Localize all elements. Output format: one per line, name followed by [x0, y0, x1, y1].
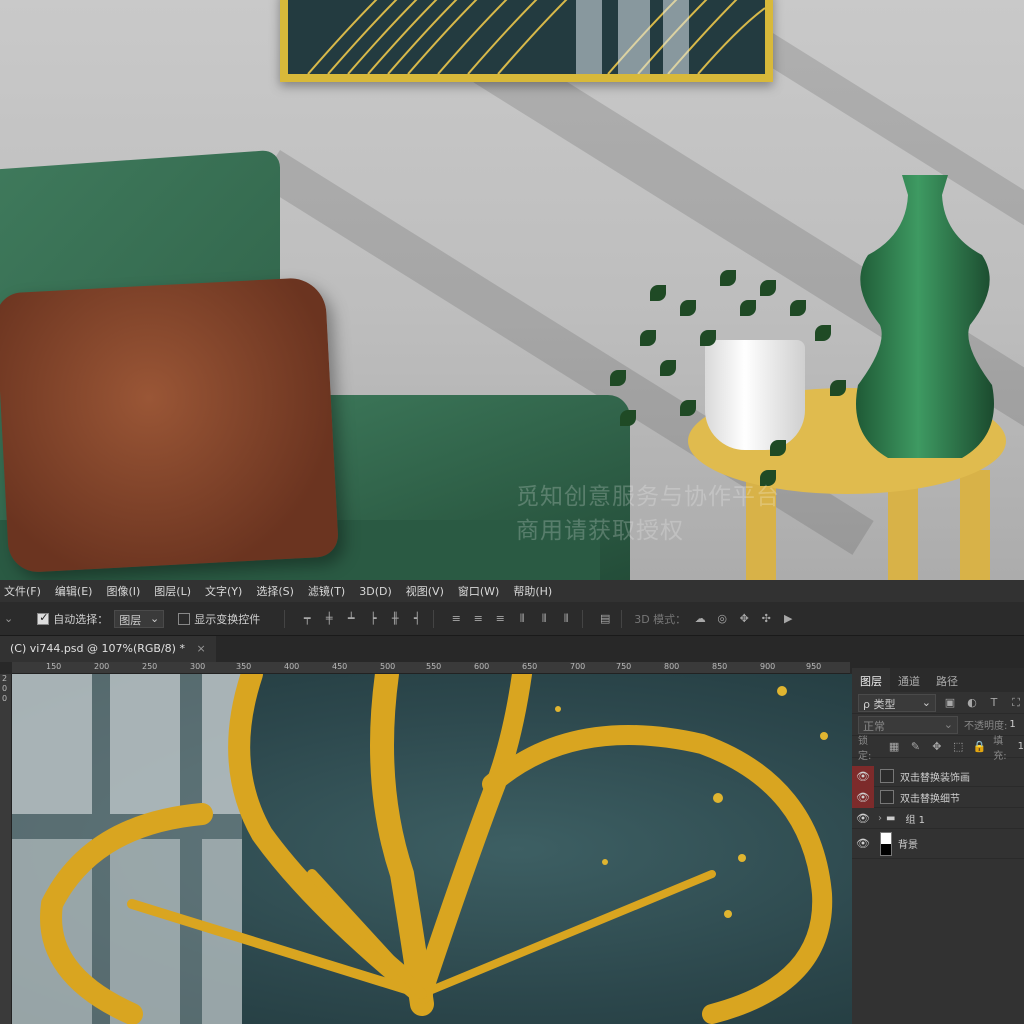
auto-select-dropdown[interactable]: 图层 ⌄ [114, 609, 165, 628]
distribute-right-icon[interactable]: ⫴ [558, 612, 574, 626]
lock-image-icon[interactable]: ✎ [908, 740, 923, 754]
layer-name: 组 1 [905, 814, 925, 826]
menu-edit[interactable]: 编辑(E) [55, 583, 93, 599]
watermark-line2: 商用请获取授权 [516, 518, 684, 544]
green-vase [856, 175, 994, 458]
layer-thumbnail [880, 831, 892, 856]
room-mockup-image: 觅知创意服务与协作平台 商用请获取授权 [0, 0, 1024, 580]
layer-row[interactable]: 👁 背景 [852, 829, 1024, 859]
menu-window[interactable]: 窗口(W) [458, 583, 499, 599]
layer-name: 双击替换细节 [900, 793, 960, 805]
wall-art-frame [280, 0, 773, 82]
layer-row[interactable]: 👁 › ▬ 组 1 [852, 808, 1024, 829]
align-bottom-icon[interactable]: ┷ [343, 612, 359, 626]
lock-all-icon[interactable]: 🔒 [972, 740, 987, 754]
3d-slide-icon[interactable]: ✣ [758, 612, 774, 626]
align-hcenter-icon[interactable]: ╫ [387, 612, 403, 626]
auto-select-checkbox[interactable] [37, 611, 50, 625]
align-left-icon[interactable]: ┝ [365, 612, 381, 626]
document-canvas[interactable] [12, 674, 852, 1024]
visibility-eye-icon[interactable]: 👁 [852, 808, 874, 829]
auto-align-icon[interactable]: ▤ [597, 612, 613, 626]
visibility-eye-icon[interactable]: 👁 [852, 833, 874, 854]
vertical-ruler: 2 0 0 [0, 674, 12, 1024]
menu-image[interactable]: 图像(I) [106, 583, 140, 599]
layer-filter-dropdown[interactable]: ρ 类型 ⌄ [858, 693, 936, 712]
gold-flower-artwork [12, 674, 833, 1024]
expand-chevron-icon[interactable]: › [878, 813, 882, 824]
filter-type-icon[interactable]: T [986, 696, 1002, 710]
visibility-eye-icon[interactable]: 👁 [852, 765, 874, 787]
table-leg [960, 470, 990, 580]
watermark: 觅知创意服务与协作平台 商用请获取授权 [516, 480, 780, 548]
document-tab[interactable]: (C) vi744.psd @ 107%(RGB/8) * × [0, 636, 216, 662]
lock-transparent-icon[interactable]: ▦ [886, 740, 901, 754]
opacity-value[interactable]: 1 [1009, 719, 1015, 730]
watermark-line1: 觅知创意服务与协作平台 [516, 484, 780, 510]
menu-help[interactable]: 帮助(H) [513, 583, 552, 599]
photoshop-window: 文件(F) 编辑(E) 图像(I) 图层(L) 文字(Y) 选择(S) 滤镜(T… [0, 580, 1024, 1024]
lock-label: 锁定: [858, 735, 872, 762]
lock-position-icon[interactable]: ✥ [929, 740, 944, 754]
options-bar: ⌄ 自动选择： 图层⌄ 显示变换控件 ┯ ╪ ┷ ┝ ╫ ┥ ≡ ≡ ≡ ⫴ ⫴… [0, 602, 1024, 636]
tab-layers[interactable]: 图层 [852, 668, 890, 692]
menu-layer[interactable]: 图层(L) [154, 583, 191, 599]
menu-3d[interactable]: 3D(D) [359, 585, 392, 598]
horizontal-ruler: 150 200 250 300 350 400 450 500 550 600 … [12, 662, 850, 674]
lock-row: 锁定: ▦ ✎ ✥ ⬚ 🔒 填充: 1 [852, 736, 1024, 762]
smart-object-icon [880, 769, 894, 783]
folder-icon: ▬ [886, 812, 896, 824]
layer-row[interactable]: 👁 双击替换装饰画 [852, 765, 1024, 787]
filter-adjustment-icon[interactable]: ◐ [964, 696, 980, 710]
3d-mode-label: 3D 模式： [634, 612, 687, 626]
auto-select-label: 自动选择： [53, 612, 109, 626]
3d-pan-icon[interactable]: ✥ [736, 612, 752, 626]
menu-select[interactable]: 选择(S) [256, 583, 294, 599]
fill-label: 填充: [993, 735, 1007, 762]
layer-filter-row: ρ 类型 ⌄ ▣ ◐ T ⛶ [852, 692, 1024, 714]
3d-camera-icon[interactable]: ▶ [780, 612, 796, 626]
menu-bar: 文件(F) 编辑(E) 图像(I) 图层(L) 文字(Y) 选择(S) 滤镜(T… [0, 580, 1024, 602]
tab-paths[interactable]: 路径 [928, 668, 966, 692]
leather-pillow [0, 276, 340, 574]
visibility-eye-icon[interactable]: 👁 [852, 786, 874, 808]
distribute-vcenter-icon[interactable]: ≡ [470, 612, 486, 626]
fill-value[interactable]: 1 [1018, 741, 1024, 752]
opacity-label: 不透明度: [964, 721, 1008, 732]
distribute-bottom-icon[interactable]: ≡ [492, 612, 508, 626]
layers-panel: ρ 类型 ⌄ ▣ ◐ T ⛶ 正常 ⌄ 不透明度: 1 锁定: ▦ ✎ ✥ ⬚ 🔒 … [852, 692, 1024, 1024]
close-tab-icon[interactable]: × [196, 642, 205, 655]
layer-row[interactable]: 👁 双击替换细节 [852, 786, 1024, 808]
document-tab-bar: (C) vi744.psd @ 107%(RGB/8) * × [0, 636, 1024, 662]
tool-preset-chevron-icon[interactable]: ⌄ [4, 612, 13, 625]
3d-roll-icon[interactable]: ◎ [714, 612, 730, 626]
lock-artboard-icon[interactable]: ⬚ [951, 740, 966, 754]
layers-panel-tabs: 图层 通道 路径 [852, 668, 1024, 692]
menu-view[interactable]: 视图(V) [406, 583, 444, 599]
tab-channels[interactable]: 通道 [890, 668, 928, 692]
align-top-icon[interactable]: ┯ [299, 612, 315, 626]
filter-pixel-icon[interactable]: ▣ [942, 696, 958, 710]
menu-filter[interactable]: 滤镜(T) [308, 583, 345, 599]
plant-pot [705, 340, 805, 450]
layer-name: 双击替换装饰画 [900, 772, 970, 784]
show-transform-label: 显示变换控件 [194, 612, 261, 626]
menu-file[interactable]: 文件(F) [4, 583, 41, 599]
align-vcenter-icon[interactable]: ╪ [321, 612, 337, 626]
menu-type[interactable]: 文字(Y) [205, 583, 242, 599]
3d-orbit-icon[interactable]: ☁ [692, 612, 708, 626]
document-tab-title: (C) vi744.psd @ 107%(RGB/8) * [10, 642, 185, 655]
distribute-left-icon[interactable]: ⫴ [514, 612, 530, 626]
smart-object-icon [880, 790, 894, 804]
align-right-icon[interactable]: ┥ [409, 612, 425, 626]
layer-name: 背景 [898, 840, 918, 851]
show-transform-checkbox[interactable] [178, 612, 191, 625]
filter-shape-icon[interactable]: ⛶ [1008, 696, 1024, 710]
distribute-hcenter-icon[interactable]: ⫴ [536, 612, 552, 626]
distribute-top-icon[interactable]: ≡ [448, 612, 464, 626]
